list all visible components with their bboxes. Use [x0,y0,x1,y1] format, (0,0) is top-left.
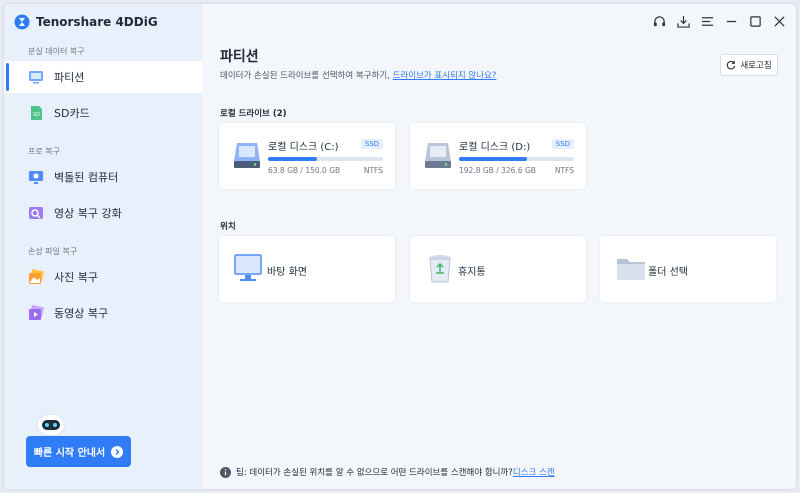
partition-icon [29,71,43,84]
drive-filesystem: NTFS [363,166,383,175]
svg-text:SD: SD [33,112,40,118]
sidebar-item-label: 사진 복구 [54,271,98,284]
sidebar-item-photo-repair[interactable]: 사진 복구 [4,261,202,293]
app-window: Tenorshare 4DDiG 분실 데이터 복구 파티션 SD SD카드 프… [4,4,796,489]
computer-crash-icon [29,171,43,184]
quick-start-guide-button[interactable]: 빠른 시작 안내서 [26,436,131,467]
sidebar-item-bricked-computer[interactable]: 벽돌된 컴퓨터 [4,161,202,193]
drive-card-c[interactable]: 로컬 디스크 (C:) SSD 63.8 GB / 150.0 GB NTFS [219,123,395,189]
section-label-damaged-file: 손상 파일 복구 [28,247,78,256]
sidebar-item-partition[interactable]: 파티션 [4,61,202,93]
page-subtitle: 데이터가 손실된 드라이브를 선택하여 복구하기, 드라이브가 표시되지 않나요… [220,69,496,81]
download-icon[interactable] [676,14,690,28]
maximize-icon[interactable] [748,14,762,28]
drive-usage-bar [268,157,383,161]
drive-card-d[interactable]: 로컬 디스크 (D:) SSD 192.8 GB / 326.6 GB NTFS [410,123,586,189]
hard-drive-icon [425,143,451,168]
ssd-badge: SSD [551,139,574,149]
headset-icon[interactable] [652,14,666,28]
sidebar-item-label: 벽돌된 컴퓨터 [54,171,119,184]
section-label-pro: 프로 복구 [28,147,60,156]
main-content: 파티션 데이터가 손실된 드라이브를 선택하여 복구하기, 드라이브가 표시되지… [202,4,796,489]
drive-name: 로컬 디스크 (D:) [459,142,531,153]
location-label: 위치 [220,222,236,232]
refresh-label: 새로고침 [740,61,772,71]
window-controls [652,14,786,28]
tip-bar: 팁: 데이터가 손실된 위치를 알 수 없으므로 어떤 드라이브를 스캔해야 합… [220,466,555,478]
video-search-icon [29,207,43,219]
ssd-badge: SSD [360,139,383,149]
local-drives-label: 로컬 드라이브 (2) [220,109,287,119]
photo-icon [29,269,44,284]
app-logo-icon [14,14,30,30]
drive-size: 63.8 GB / 150.0 GB [268,166,341,175]
tip-text: 팁: 데이터가 손실된 위치를 알 수 없으므로 어떤 드라이브를 스캔해야 합… [236,468,513,478]
disk-scan-link[interactable]: 디스크 스캔 [513,466,555,478]
location-name: 폴더 선택 [648,267,688,278]
page-title: 파티션 [220,49,259,65]
brand: Tenorshare 4DDiG [14,14,158,30]
quick-start-label: 빠른 시작 안내서 [33,448,106,459]
drive-filesystem: NTFS [554,166,574,175]
drive-usage-fill [459,157,527,161]
refresh-button[interactable]: 새로고침 [720,54,778,76]
section-label-lost-data: 분실 데이터 복구 [28,47,85,56]
sidebar-item-video-enhance[interactable]: 영상 복구 강화 [4,197,202,229]
drive-name: 로컬 디스크 (C:) [268,142,339,153]
sidebar: Tenorshare 4DDiG 분실 데이터 복구 파티션 SD SD카드 프… [4,4,202,489]
subtitle-text: 데이터가 손실된 드라이브를 선택하여 복구하기, [220,71,390,81]
location-name: 휴지통 [458,267,486,278]
sidebar-item-label: 영상 복구 강화 [54,207,122,220]
desktop-monitor-icon [234,254,262,281]
folder-icon [617,259,645,280]
sidebar-item-video-repair[interactable]: 동영상 복구 [4,297,202,329]
info-icon [220,466,231,478]
location-card-recycle-bin[interactable]: 휴지통 [410,236,586,302]
menu-icon[interactable] [700,14,714,28]
minimize-icon[interactable] [724,14,738,28]
close-icon[interactable] [772,14,786,28]
sidebar-item-label: SD카드 [54,107,90,120]
app-title: Tenorshare 4DDiG [36,15,158,29]
sidebar-item-sd-card[interactable]: SD SD카드 [4,97,202,129]
drive-size: 192.8 GB / 326.6 GB [459,166,536,175]
drive-usage-fill [268,157,317,161]
drive-not-shown-link[interactable]: 드라이브가 표시되지 않나요? [393,71,497,81]
sidebar-item-label: 파티션 [54,71,85,84]
location-card-desktop[interactable]: 바탕 화면 [219,236,395,302]
video-icon [29,305,44,320]
sidebar-item-label: 동영상 복구 [54,307,109,320]
arrow-right-circle-icon [111,445,124,458]
recycle-bin-icon [429,255,451,283]
sd-card-icon: SD [31,106,42,120]
location-name: 바탕 화면 [267,267,307,278]
drive-usage-bar [459,157,574,161]
location-card-select-folder[interactable]: 폴더 선택 [600,236,776,302]
refresh-icon [727,60,736,70]
hard-drive-icon [234,143,260,168]
